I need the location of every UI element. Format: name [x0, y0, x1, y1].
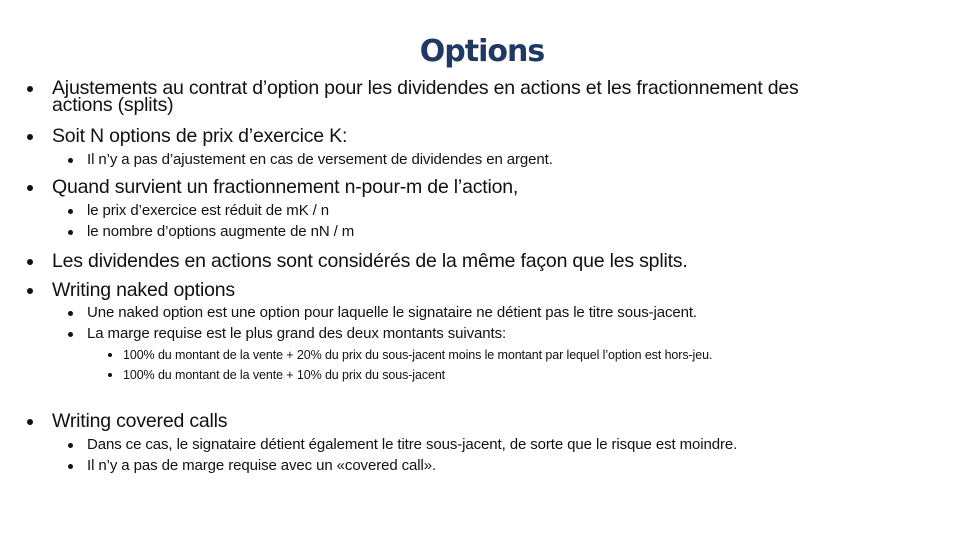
bullet-level2-covered-risk: Dans ce cas, le signataire détient égale… [68, 436, 738, 454]
bullet-text: 100% du montant de la vente + 10% du pri… [123, 368, 446, 382]
bullet-dot-icon [68, 230, 73, 235]
bullet-dot-icon [68, 158, 73, 163]
slide-title: Options [0, 30, 960, 74]
bullet-text: Les dividendes en actions sont considéré… [52, 250, 688, 272]
bullet-text: le nombre d’options augmente de nN / m [87, 223, 355, 240]
bullet-dot-icon [108, 373, 112, 377]
bullet-dot-icon [27, 288, 33, 294]
bullet-text: Soit N options de prix d’exercice K: [52, 125, 348, 147]
bullet-text: 100% du montant de la vente + 20% du pri… [123, 348, 713, 362]
bullet-continuation: actions (splits) [52, 94, 174, 116]
bullet-dot-icon [27, 259, 33, 265]
slide-title-text: Options [419, 34, 545, 69]
bullet-text: Writing naked options [52, 279, 235, 301]
bullet-dot-icon [27, 185, 33, 191]
bullet-level2-no-margin: Il n’y a pas de marge requise avec un «c… [68, 457, 437, 475]
bullet-level1-naked-options: Writing naked options [27, 279, 235, 301]
bullet-dot-icon [27, 419, 33, 425]
bullet-level3-margin-20pct: 100% du montant de la vente + 20% du pri… [108, 347, 713, 363]
slide: Options Ajustements au contrat d’option … [0, 0, 960, 540]
bullet-text: Writing covered calls [52, 410, 228, 432]
bullet-text: Il n’y a pas d’ajustement en cas de vers… [87, 151, 553, 168]
bullet-dot-icon [68, 443, 73, 448]
bullet-level1-n-options: Soit N options de prix d’exercice K: [27, 125, 348, 147]
bullet-text: La marge requise est le plus grand des d… [87, 325, 507, 342]
bullet-level2-naked-definition: Une naked option est une option pour laq… [68, 304, 697, 322]
bullet-level2-strike-reduced: le prix d’exercice est réduit de mK / n [68, 202, 330, 220]
bullet-text: Quand survient un fractionnement n-pour-… [52, 176, 519, 198]
bullet-level1-stock-dividends: Les dividendes en actions sont considéré… [27, 250, 688, 272]
bullet-text: Il n’y a pas de marge requise avec un «c… [87, 457, 437, 474]
bullet-level2-options-increase: le nombre d’options augmente de nN / m [68, 223, 355, 241]
bullet-dot-icon [68, 209, 73, 214]
bullet-dot-icon [68, 332, 73, 337]
bullet-level1-split: Quand survient un fractionnement n-pour-… [27, 176, 519, 198]
bullet-dot-icon [27, 134, 33, 140]
bullet-level2-no-adjustment: Il n’y a pas d’ajustement en cas de vers… [68, 151, 553, 169]
bullet-dot-icon [68, 311, 73, 316]
bullet-level2-margin-required: La marge requise est le plus grand des d… [68, 325, 507, 343]
bullet-dot-icon [108, 353, 112, 357]
bullet-dot-icon [27, 86, 33, 92]
bullet-level3-margin-10pct: 100% du montant de la vente + 10% du pri… [108, 367, 446, 383]
bullet-text: Dans ce cas, le signataire détient égale… [87, 436, 738, 453]
bullet-text: le prix d’exercice est réduit de mK / n [87, 202, 330, 219]
bullet-continuation-text: actions (splits) [52, 94, 174, 116]
bullet-level1-covered-calls: Writing covered calls [27, 410, 228, 432]
bullet-text: Une naked option est une option pour laq… [87, 304, 697, 321]
bullet-dot-icon [68, 464, 73, 469]
